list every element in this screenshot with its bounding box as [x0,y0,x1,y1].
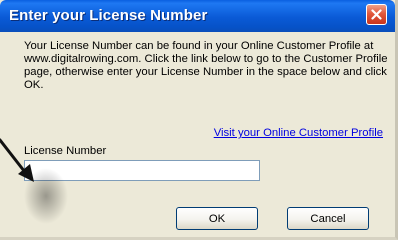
cancel-button[interactable]: Cancel [287,207,369,230]
window-title: Enter your License Number [9,7,208,24]
pointer-arrow-icon [0,138,68,224]
instructions-text: Your License Number can be found in your… [24,40,388,91]
close-button[interactable] [366,4,387,25]
ok-button[interactable]: OK [176,207,258,230]
license-dialog: Enter your License Number Your License N… [0,0,398,240]
customer-profile-link[interactable]: Visit your Online Customer Profile [214,127,383,139]
close-x-icon [371,9,382,20]
title-bar[interactable]: Enter your License Number [0,0,395,32]
